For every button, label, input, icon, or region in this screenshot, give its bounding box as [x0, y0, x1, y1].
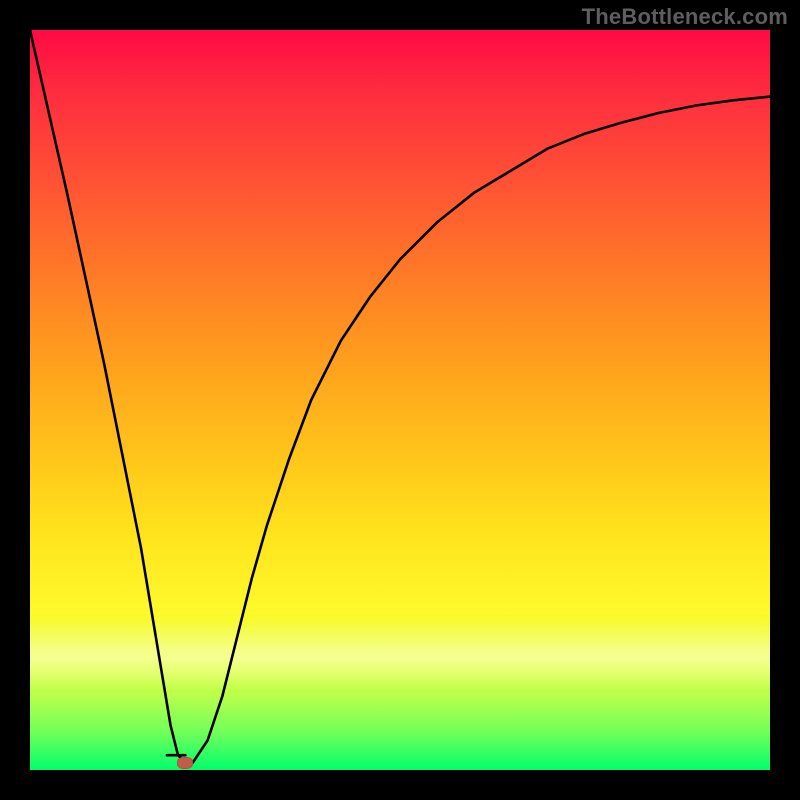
plot-area [30, 30, 770, 770]
curve-layer [30, 30, 770, 770]
optimum-marker [177, 757, 193, 769]
chart-frame: TheBottleneck.com [0, 0, 800, 800]
watermark-text: TheBottleneck.com [582, 4, 788, 30]
bottleneck-curve [30, 30, 770, 763]
